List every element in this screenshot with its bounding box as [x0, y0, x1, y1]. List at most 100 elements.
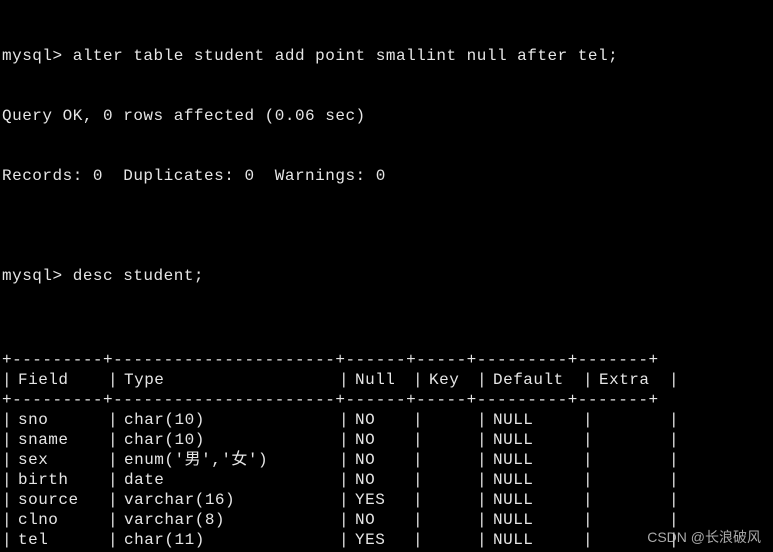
table-border: |	[413, 450, 423, 470]
table-border: |	[339, 410, 349, 430]
cell-null: YES	[349, 530, 413, 550]
table-border: |	[413, 470, 423, 490]
table-border: |	[477, 430, 487, 450]
table-border: |	[2, 530, 12, 550]
table-border: |	[413, 490, 423, 510]
table-border-top: +---------+----------------------+------…	[2, 350, 771, 370]
cell-field: clno	[12, 510, 108, 530]
watermark: CSDN @长浪破风	[647, 529, 761, 547]
table-border: |	[583, 510, 593, 530]
table-border: |	[413, 530, 423, 550]
table-border: |	[108, 450, 118, 470]
table-border: |	[2, 370, 12, 390]
col-header-key: Key	[423, 370, 477, 390]
cell-field: source	[12, 490, 108, 510]
table-border: |	[339, 450, 349, 470]
cell-type: char(11)	[118, 530, 339, 550]
table-border: |	[583, 410, 593, 430]
table-border: |	[413, 430, 423, 450]
terminal[interactable]: mysql> alter table student add point sma…	[0, 0, 773, 552]
table-border: |	[339, 470, 349, 490]
cell-type: varchar(8)	[118, 510, 339, 530]
table-row: |source|varchar(16)|YES||NULL||	[2, 490, 771, 510]
col-header-null: Null	[349, 370, 413, 390]
command-text: alter table student add point smallint n…	[63, 47, 619, 65]
table-border: |	[413, 510, 423, 530]
table-border: |	[339, 370, 349, 390]
table-border: |	[477, 470, 487, 490]
table-header-row: | Field | Type | Null | Key | Default | …	[2, 370, 771, 390]
cell-field: birth	[12, 470, 108, 490]
table-border: |	[339, 430, 349, 450]
cell-null: YES	[349, 490, 413, 510]
command-line-1: mysql> alter table student add point sma…	[2, 46, 771, 66]
table-border: |	[669, 370, 679, 390]
cell-extra	[593, 490, 669, 510]
cell-type: date	[118, 470, 339, 490]
cell-extra	[593, 510, 669, 530]
cell-extra	[593, 470, 669, 490]
cell-null: NO	[349, 430, 413, 450]
table-border: |	[339, 490, 349, 510]
cell-key	[423, 530, 477, 550]
table-border: |	[583, 430, 593, 450]
cell-default: NULL	[487, 410, 583, 430]
cell-default: NULL	[487, 530, 583, 550]
cell-default: NULL	[487, 470, 583, 490]
cell-type: varchar(16)	[118, 490, 339, 510]
col-header-default: Default	[487, 370, 583, 390]
table-border: |	[2, 470, 12, 490]
cell-field: sno	[12, 410, 108, 430]
cell-extra	[593, 450, 669, 470]
cell-key	[423, 430, 477, 450]
table-border: |	[108, 430, 118, 450]
table-row: |birth|date|NO||NULL||	[2, 470, 771, 490]
col-header-field: Field	[12, 370, 108, 390]
cell-type: char(10)	[118, 430, 339, 450]
cell-extra	[593, 430, 669, 450]
table-border: |	[583, 490, 593, 510]
table-border: |	[477, 510, 487, 530]
cell-key	[423, 450, 477, 470]
cell-key	[423, 470, 477, 490]
table-border: |	[108, 470, 118, 490]
cell-key	[423, 490, 477, 510]
table-border: |	[669, 450, 679, 470]
col-header-type: Type	[118, 370, 339, 390]
table-border: |	[413, 370, 423, 390]
table-border: |	[669, 510, 679, 530]
cell-field: tel	[12, 530, 108, 550]
table-border: |	[477, 450, 487, 470]
table-border: |	[2, 510, 12, 530]
cell-type: enum('男','女')	[118, 450, 339, 470]
cell-default: NULL	[487, 430, 583, 450]
cell-field: sname	[12, 430, 108, 450]
cell-default: NULL	[487, 450, 583, 470]
cell-default: NULL	[487, 490, 583, 510]
table-border: |	[108, 410, 118, 430]
cell-field: sex	[12, 450, 108, 470]
table-border: |	[2, 410, 12, 430]
table-border: |	[108, 370, 118, 390]
prompt: mysql>	[2, 267, 63, 285]
cell-type: char(10)	[118, 410, 339, 430]
cell-key	[423, 510, 477, 530]
cell-null: NO	[349, 510, 413, 530]
table-border: |	[339, 510, 349, 530]
table-border: |	[477, 490, 487, 510]
table-border: |	[108, 530, 118, 550]
prompt: mysql>	[2, 47, 63, 65]
table-border: |	[477, 370, 487, 390]
table-row: |clno|varchar(8)|NO||NULL||	[2, 510, 771, 530]
cell-key	[423, 410, 477, 430]
table-border: |	[477, 410, 487, 430]
result-line-1: Query OK, 0 rows affected (0.06 sec)	[2, 106, 771, 126]
table-border: |	[583, 470, 593, 490]
cell-default: NULL	[487, 510, 583, 530]
describe-table: +---------+----------------------+------…	[2, 350, 771, 552]
table-row: |sname|char(10)|NO||NULL||	[2, 430, 771, 450]
cell-null: NO	[349, 450, 413, 470]
table-border: |	[583, 450, 593, 470]
table-border-mid: +---------+----------------------+------…	[2, 390, 771, 410]
table-border: |	[339, 530, 349, 550]
